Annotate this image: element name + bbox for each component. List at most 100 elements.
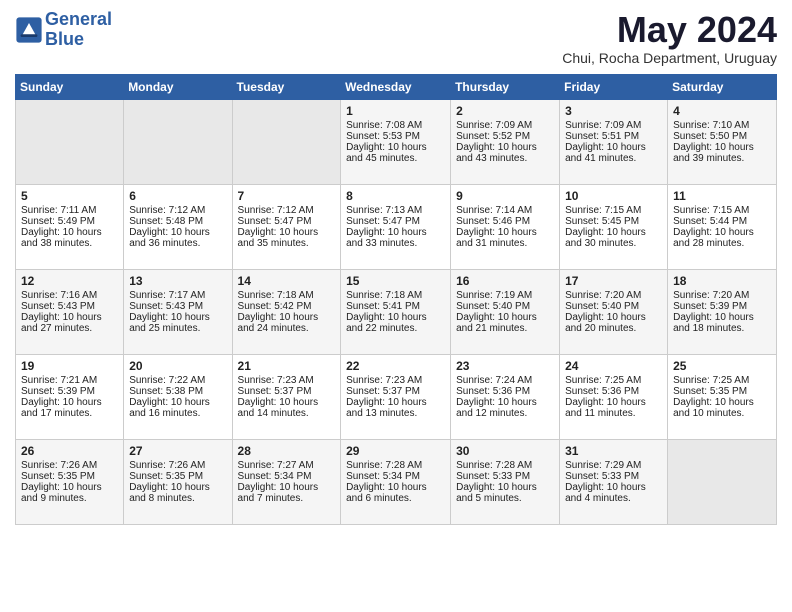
calendar-table: SundayMondayTuesdayWednesdayThursdayFrid… [15,74,777,525]
calendar-cell: 17Sunrise: 7:20 AMSunset: 5:40 PMDayligh… [560,269,668,354]
sunset-text: Sunset: 5:34 PM [346,471,445,482]
day-number: 12 [21,274,118,288]
day-number: 29 [346,444,445,458]
calendar-cell: 2Sunrise: 7:09 AMSunset: 5:52 PMDaylight… [451,99,560,184]
daylight-text: Daylight: 10 hours and 22 minutes. [346,312,445,334]
sunrise-text: Sunrise: 7:25 AM [565,375,662,386]
day-number: 26 [21,444,118,458]
daylight-text: Daylight: 10 hours and 33 minutes. [346,227,445,249]
calendar-cell: 9Sunrise: 7:14 AMSunset: 5:46 PMDaylight… [451,184,560,269]
day-number: 10 [565,189,662,203]
calendar-cell: 14Sunrise: 7:18 AMSunset: 5:42 PMDayligh… [232,269,341,354]
day-number: 2 [456,104,554,118]
day-number: 11 [673,189,771,203]
calendar-cell: 18Sunrise: 7:20 AMSunset: 5:39 PMDayligh… [668,269,777,354]
day-number: 8 [346,189,445,203]
daylight-text: Daylight: 10 hours and 39 minutes. [673,142,771,164]
sunrise-text: Sunrise: 7:26 AM [21,460,118,471]
sunset-text: Sunset: 5:39 PM [21,386,118,397]
calendar-cell: 27Sunrise: 7:26 AMSunset: 5:35 PMDayligh… [124,439,232,524]
daylight-text: Daylight: 10 hours and 13 minutes. [346,397,445,419]
sunrise-text: Sunrise: 7:16 AM [21,290,118,301]
calendar-cell: 1Sunrise: 7:08 AMSunset: 5:53 PMDaylight… [341,99,451,184]
calendar-cell: 10Sunrise: 7:15 AMSunset: 5:45 PMDayligh… [560,184,668,269]
location-subtitle: Chui, Rocha Department, Uruguay [562,50,777,66]
sunset-text: Sunset: 5:35 PM [673,386,771,397]
calendar-cell [232,99,341,184]
day-of-week-header: Monday [124,74,232,99]
day-number: 3 [565,104,662,118]
day-number: 16 [456,274,554,288]
sunset-text: Sunset: 5:52 PM [456,131,554,142]
sunrise-text: Sunrise: 7:13 AM [346,205,445,216]
sunset-text: Sunset: 5:51 PM [565,131,662,142]
day-of-week-header: Wednesday [341,74,451,99]
sunset-text: Sunset: 5:36 PM [456,386,554,397]
daylight-text: Daylight: 10 hours and 25 minutes. [129,312,226,334]
day-number: 22 [346,359,445,373]
calendar-cell: 11Sunrise: 7:15 AMSunset: 5:44 PMDayligh… [668,184,777,269]
daylight-text: Daylight: 10 hours and 17 minutes. [21,397,118,419]
daylight-text: Daylight: 10 hours and 31 minutes. [456,227,554,249]
sunset-text: Sunset: 5:37 PM [346,386,445,397]
sunset-text: Sunset: 5:50 PM [673,131,771,142]
daylight-text: Daylight: 10 hours and 21 minutes. [456,312,554,334]
calendar-cell [16,99,124,184]
sunrise-text: Sunrise: 7:19 AM [456,290,554,301]
sunrise-text: Sunrise: 7:18 AM [238,290,336,301]
calendar-cell: 28Sunrise: 7:27 AMSunset: 5:34 PMDayligh… [232,439,341,524]
day-number: 1 [346,104,445,118]
calendar-cell: 7Sunrise: 7:12 AMSunset: 5:47 PMDaylight… [232,184,341,269]
day-number: 14 [238,274,336,288]
calendar-cell: 13Sunrise: 7:17 AMSunset: 5:43 PMDayligh… [124,269,232,354]
logo: General Blue [15,10,112,50]
day-number: 20 [129,359,226,373]
day-number: 5 [21,189,118,203]
sunrise-text: Sunrise: 7:18 AM [346,290,445,301]
sunrise-text: Sunrise: 7:08 AM [346,120,445,131]
calendar-cell: 19Sunrise: 7:21 AMSunset: 5:39 PMDayligh… [16,354,124,439]
sunrise-text: Sunrise: 7:17 AM [129,290,226,301]
calendar-week-row: 5Sunrise: 7:11 AMSunset: 5:49 PMDaylight… [16,184,777,269]
daylight-text: Daylight: 10 hours and 18 minutes. [673,312,771,334]
daylight-text: Daylight: 10 hours and 20 minutes. [565,312,662,334]
calendar-cell: 4Sunrise: 7:10 AMSunset: 5:50 PMDaylight… [668,99,777,184]
sunset-text: Sunset: 5:33 PM [456,471,554,482]
calendar-cell: 12Sunrise: 7:16 AMSunset: 5:43 PMDayligh… [16,269,124,354]
sunset-text: Sunset: 5:40 PM [565,301,662,312]
day-number: 9 [456,189,554,203]
daylight-text: Daylight: 10 hours and 43 minutes. [456,142,554,164]
day-number: 7 [238,189,336,203]
sunset-text: Sunset: 5:39 PM [673,301,771,312]
calendar-cell: 15Sunrise: 7:18 AMSunset: 5:41 PMDayligh… [341,269,451,354]
day-of-week-header: Saturday [668,74,777,99]
sunset-text: Sunset: 5:40 PM [456,301,554,312]
day-number: 30 [456,444,554,458]
sunset-text: Sunset: 5:47 PM [238,216,336,227]
calendar-cell [124,99,232,184]
sunrise-text: Sunrise: 7:23 AM [238,375,336,386]
calendar-cell: 23Sunrise: 7:24 AMSunset: 5:36 PMDayligh… [451,354,560,439]
day-number: 13 [129,274,226,288]
sunset-text: Sunset: 5:53 PM [346,131,445,142]
calendar-cell: 3Sunrise: 7:09 AMSunset: 5:51 PMDaylight… [560,99,668,184]
calendar-cell: 21Sunrise: 7:23 AMSunset: 5:37 PMDayligh… [232,354,341,439]
sunset-text: Sunset: 5:33 PM [565,471,662,482]
sunset-text: Sunset: 5:35 PM [129,471,226,482]
sunset-text: Sunset: 5:41 PM [346,301,445,312]
calendar-cell: 20Sunrise: 7:22 AMSunset: 5:38 PMDayligh… [124,354,232,439]
day-number: 27 [129,444,226,458]
calendar-week-row: 12Sunrise: 7:16 AMSunset: 5:43 PMDayligh… [16,269,777,354]
day-number: 18 [673,274,771,288]
sunset-text: Sunset: 5:44 PM [673,216,771,227]
daylight-text: Daylight: 10 hours and 10 minutes. [673,397,771,419]
day-number: 28 [238,444,336,458]
sunrise-text: Sunrise: 7:28 AM [346,460,445,471]
calendar-cell: 6Sunrise: 7:12 AMSunset: 5:48 PMDaylight… [124,184,232,269]
day-number: 4 [673,104,771,118]
daylight-text: Daylight: 10 hours and 36 minutes. [129,227,226,249]
daylight-text: Daylight: 10 hours and 28 minutes. [673,227,771,249]
calendar-cell: 5Sunrise: 7:11 AMSunset: 5:49 PMDaylight… [16,184,124,269]
day-number: 25 [673,359,771,373]
sunset-text: Sunset: 5:42 PM [238,301,336,312]
